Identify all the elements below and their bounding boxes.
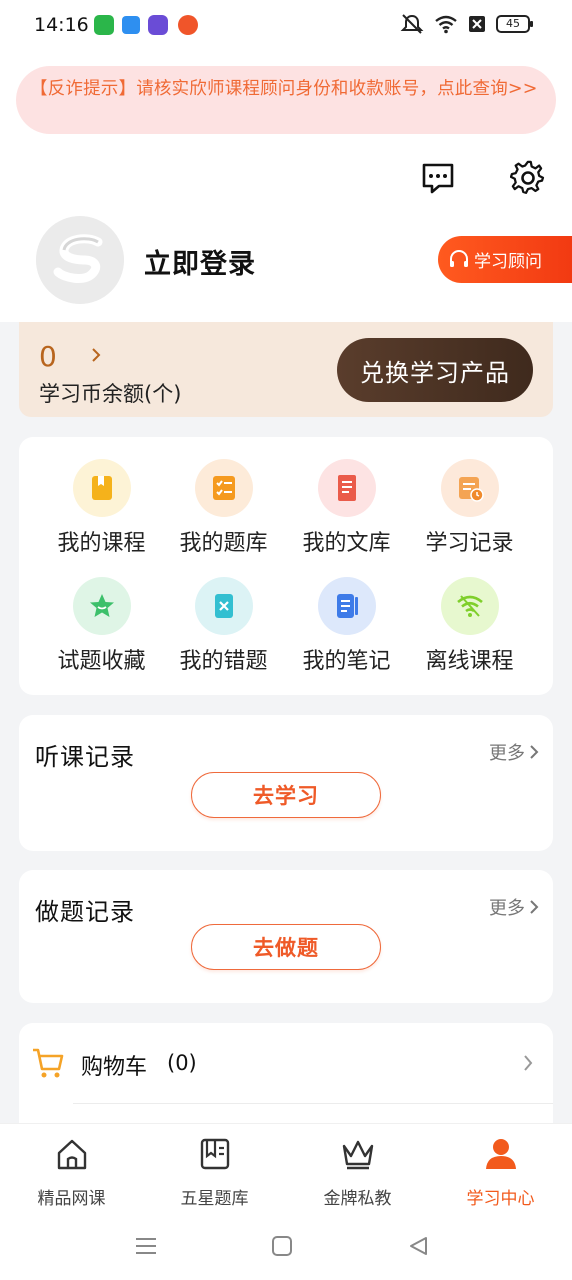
anti-fraud-notice[interactable]: 【反诈提示】请核实欣师课程顾问身份和收款账号，点此查询>> [16,66,556,134]
game-app-icon [148,15,168,35]
menu-icon[interactable] [134,1234,158,1258]
cart-label: 购物车 [81,1055,148,1080]
sim-off-icon [469,16,485,32]
practice-record-card: 做题记录 更多 去做题 [19,870,553,1003]
grid-item-my-notes[interactable]: 我的笔记 [285,577,408,675]
offline-wifi-icon [440,577,499,635]
course-book-icon [72,459,131,517]
chevron-right-icon [524,1055,533,1071]
home-square-icon[interactable] [270,1234,294,1258]
nav-item-gold-tutor[interactable]: 金牌私教 [286,1136,429,1209]
nav-label: 学习中心 [466,1189,535,1209]
gear-icon[interactable] [510,160,546,196]
mute-icon [400,14,424,34]
system-navigation-bar [0,1220,572,1280]
more-label: 更多 [489,743,525,764]
blue-app-icon [122,16,140,34]
divider [73,1103,553,1104]
grid-label: 离线课程 [425,649,514,674]
practice-record-more-link[interactable]: 更多 [489,894,539,920]
person-icon [485,1139,516,1169]
grid-label: 我的错题 [179,649,268,674]
green-app-icon [94,15,114,35]
grid-label: 我的笔记 [302,649,391,674]
more-label: 更多 [489,898,525,919]
coin-balance-label: 学习币余额(个) [39,382,182,406]
listen-record-card: 听课记录 更多 去学习 [19,715,553,851]
nav-item-quality-courses[interactable]: 精品网课 [0,1136,143,1209]
listen-record-more-link[interactable]: 更多 [489,739,539,765]
practice-record-title: 做题记录 [35,898,135,926]
default-avatar-logo-icon [36,216,124,304]
crown-icon [342,1140,373,1170]
coin-balance-value[interactable]: 0 [39,340,57,373]
star-favorite-icon [72,577,131,635]
library-icon [317,459,376,517]
feature-grid: 我的课程 我的题库 我的文库 学习记录 试题收藏 我的错题 我的笔记 离线课程 [19,437,553,695]
bottom-navigation: 精品网课 五星题库 金牌私教 学习中心 [0,1123,572,1220]
grid-label: 我的题库 [179,531,268,556]
chevron-right-icon [530,745,539,759]
status-icons: 45 [400,13,533,35]
nav-label: 精品网课 [37,1189,106,1209]
battery-indicator: 45 [496,15,533,33]
go-practice-button[interactable]: 去做题 [191,924,381,970]
study-record-icon [440,459,499,517]
message-icon[interactable] [420,160,456,196]
nav-item-five-star-bank[interactable]: 五星题库 [143,1136,286,1209]
exchange-product-button[interactable]: 兑换学习产品 [337,338,533,402]
coin-balance-card: 0 学习币余额(个) 兑换学习产品 [19,322,553,417]
status-time: 14:16 [34,14,89,36]
question-bank-nav-icon [200,1138,229,1170]
status-bar: 14:16 45 [0,0,572,52]
chevron-right-icon [530,900,539,914]
orange-app-icon [178,15,198,35]
login-button[interactable]: 立即登录 [144,242,256,281]
back-triangle-icon[interactable] [406,1234,430,1258]
shopping-cart-row[interactable]: 购物车 (0) [19,1023,553,1133]
grid-item-my-library[interactable]: 我的文库 [285,459,408,557]
grid-label: 试题收藏 [57,649,146,674]
grid-label: 我的文库 [302,531,391,556]
wifi-icon [435,15,457,34]
grid-label: 我的课程 [57,531,146,556]
study-advisor-button[interactable]: 学习顾问 [438,236,572,283]
chevron-right-icon[interactable] [89,348,103,362]
nav-label: 五星题库 [180,1189,249,1209]
grid-item-wrong-questions[interactable]: 我的错题 [162,577,285,675]
go-study-button[interactable]: 去学习 [191,772,381,818]
nav-label: 金牌私教 [323,1189,392,1209]
grid-item-my-question-bank[interactable]: 我的题库 [162,459,285,557]
home-icon [57,1139,86,1170]
listen-record-title: 听课记录 [35,743,135,771]
cart-count: (0) [167,1051,197,1075]
headset-icon [450,249,468,267]
wrong-question-icon [194,577,253,635]
question-bank-icon [194,459,253,517]
grid-item-offline-courses[interactable]: 离线课程 [408,577,531,675]
grid-item-study-record[interactable]: 学习记录 [408,459,531,557]
cart-icon [33,1048,64,1078]
grid-item-favorite-questions[interactable]: 试题收藏 [40,577,163,675]
study-advisor-label: 学习顾问 [474,252,542,272]
nav-item-study-center[interactable]: 学习中心 [429,1136,572,1209]
grid-item-my-course[interactable]: 我的课程 [40,459,163,557]
grid-label: 学习记录 [425,531,514,556]
notes-icon [317,577,376,635]
avatar[interactable] [36,216,124,304]
